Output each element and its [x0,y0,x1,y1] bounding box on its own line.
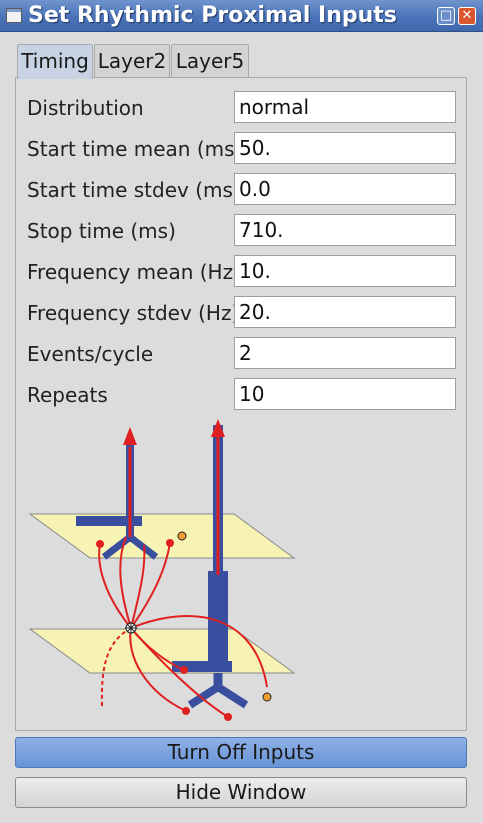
title-bar[interactable]: Set Rhythmic Proximal Inputs □ ✕ [0,0,483,32]
tall-neuron-basal-right [215,683,249,709]
start-time-stdev-label: Start time stdev (ms) [27,178,241,202]
start-time-mean-label: Start time mean (ms) [27,137,243,161]
tab-layer5[interactable]: Layer5 [171,44,249,78]
frequency-mean-row: Frequency mean (Hz) 10. [16,255,466,289]
stop-time-label: Stop time (ms) [27,219,176,243]
tab-timing[interactable]: Timing [17,44,93,79]
events-per-cycle-row: Events/cycle 2 [16,337,466,371]
events-per-cycle-label: Events/cycle [27,342,154,366]
dialog-body: Timing Layer2 Layer5 Distribution normal… [0,32,483,823]
synapse-marker-lower [262,692,272,702]
repeats-field[interactable]: 10 [234,378,456,410]
hide-window-button[interactable]: Hide Window [15,777,467,808]
layer-plane-upper [28,513,296,559]
frequency-stdev-field[interactable]: 20. [234,296,456,328]
tall-neuron-basal-left [187,683,221,709]
synapse-marker-upper [177,531,187,541]
stop-time-field[interactable]: 710. [234,214,456,246]
start-time-stdev-row: Start time stdev (ms) 0.0 [16,173,466,207]
distribution-row: Distribution normal [16,91,466,125]
maximize-icon[interactable]: □ [437,7,455,25]
distribution-label: Distribution [27,96,144,120]
start-time-mean-field[interactable]: 50. [234,132,456,164]
turn-off-inputs-button[interactable]: Turn Off Inputs [15,737,467,768]
stop-time-row: Stop time (ms) 710. [16,214,466,248]
frequency-stdev-label: Frequency stdev (Hz) [27,301,240,325]
tab-content-timing: Distribution normal Start time mean (ms)… [15,77,467,731]
frequency-mean-field[interactable]: 10. [234,255,456,287]
short-neuron-soma [76,516,142,526]
tab-layer2[interactable]: Layer2 [94,44,170,78]
short-neuron-arrowhead [123,427,137,445]
frequency-stdev-row: Frequency stdev (Hz) 20. [16,296,466,330]
start-time-stdev-field[interactable]: 0.0 [234,173,456,205]
input-fibres [98,536,268,718]
close-icon[interactable]: ✕ [458,7,476,25]
events-per-cycle-field[interactable]: 2 [234,337,456,369]
window-icon [6,8,22,23]
proximal-input-diagram [28,419,296,721]
frequency-mean-label: Frequency mean (Hz) [27,260,241,284]
window-title: Set Rhythmic Proximal Inputs [28,3,397,28]
start-time-mean-row: Start time mean (ms) 50. [16,132,466,166]
distribution-field[interactable]: normal [234,91,456,123]
